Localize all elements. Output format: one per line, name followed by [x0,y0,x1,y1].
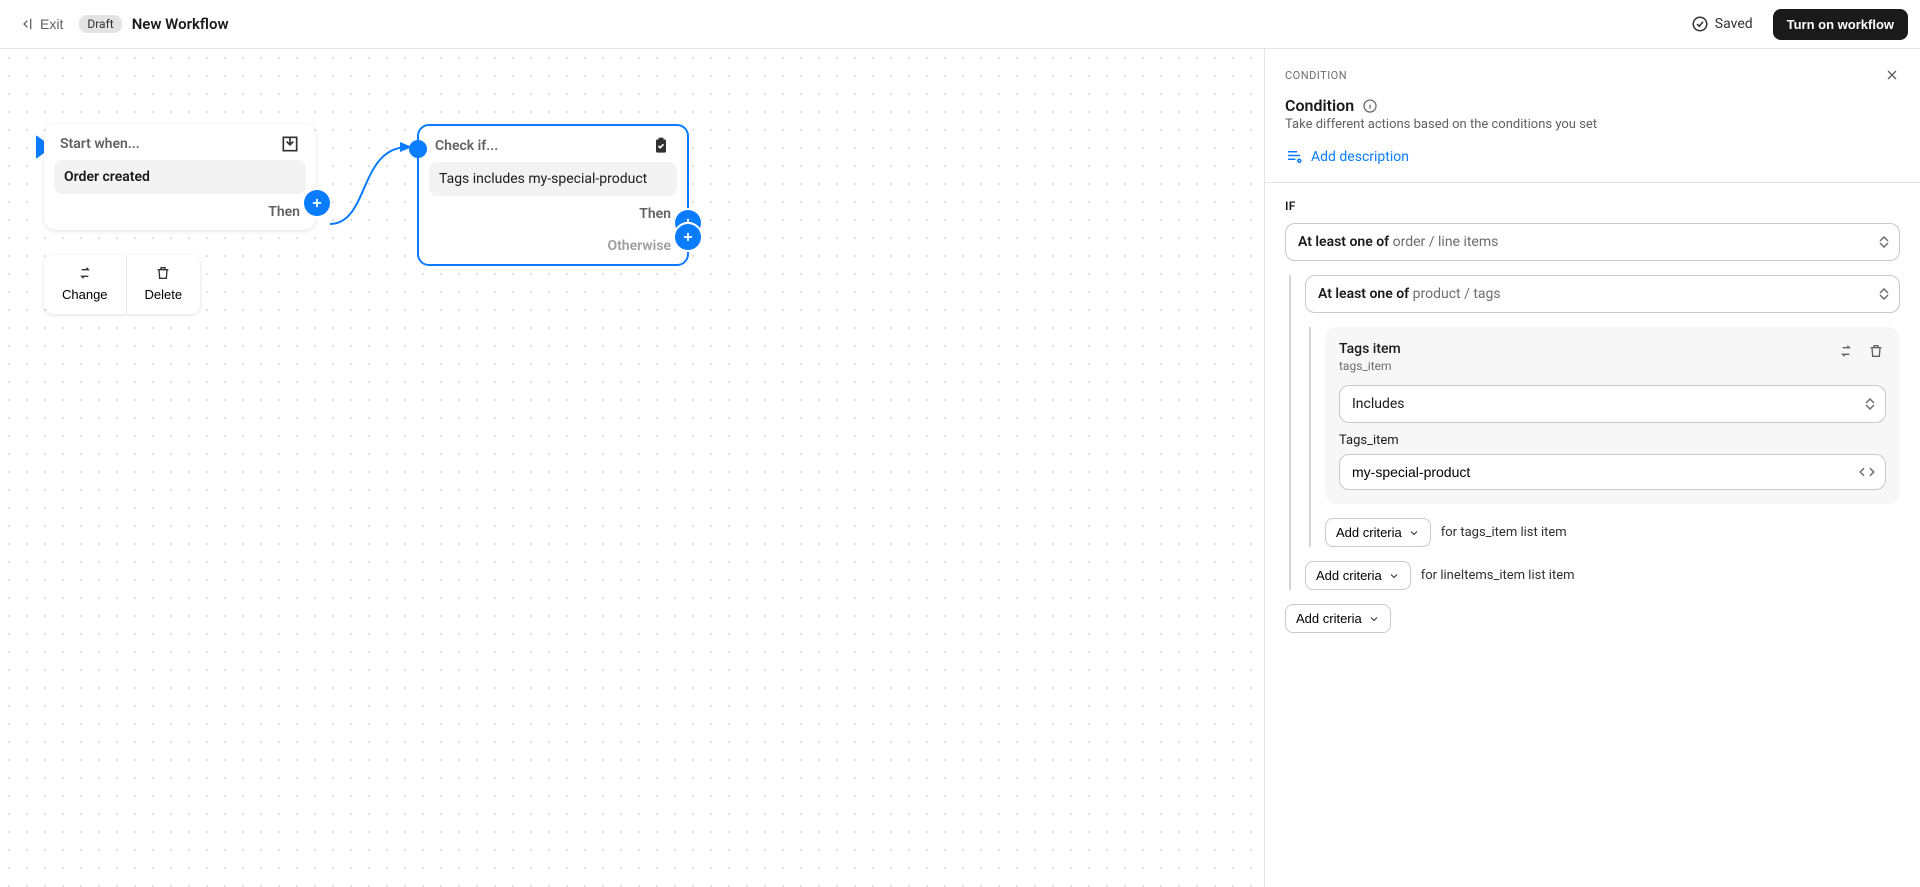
chevron-down-icon [1388,570,1400,582]
add-after-trigger[interactable] [304,190,330,216]
operator-value: Includes [1352,396,1405,412]
add-description-link[interactable]: Add description [1285,148,1900,166]
chevron-down-icon [1408,527,1420,539]
trigger-header: Start when... [60,136,140,152]
exit-icon [18,16,34,32]
close-icon [1884,67,1900,83]
add-criteria-label: Add criteria [1316,568,1382,583]
exit-label: Exit [40,16,63,32]
change-label: Change [62,287,108,302]
inner-scope-select[interactable]: At least one of product / tags [1305,275,1900,313]
select-sort-icon [1865,398,1875,410]
for-tags-label: for tags_item list item [1441,525,1567,540]
select-sort-icon [1879,236,1889,248]
condition-header: Check if... [435,138,498,154]
panel-title-text: Condition [1285,96,1354,115]
criteria-card: Tags item tags_item Includes [1325,327,1900,504]
condition-side-panel: CONDITION Condition Take different actio… [1265,49,1920,887]
add-criteria-tags-button[interactable]: Add criteria [1325,518,1431,547]
workflow-canvas[interactable]: Start when... Order created Then Change … [0,49,1265,887]
inner-select-value: product / tags [1413,286,1501,302]
condition-then-label: Then [429,196,677,222]
trigger-node[interactable]: Start when... Order created Then [44,124,316,230]
select-sort-icon [1879,288,1889,300]
outer-select-value: order / line items [1393,234,1499,250]
criteria-delete-button[interactable] [1866,341,1886,361]
node-input-port [409,140,427,158]
node-toolbox: Change Delete [44,255,200,314]
panel-kicker: CONDITION [1285,69,1900,82]
outer-scope-select[interactable]: At least one of order / line items [1285,223,1900,261]
criteria-swap-button[interactable] [1836,341,1856,361]
check-circle-icon [1691,15,1709,33]
exit-button[interactable]: Exit [12,12,69,36]
condition-summary: Tags includes my-special-product [429,162,677,196]
criteria-code: tags_item [1339,359,1401,373]
trigger-then-label: Then [54,194,306,220]
swap-icon [1838,343,1854,359]
swap-icon [77,265,93,281]
topbar: Exit Draft New Workflow Saved Turn on wo… [0,0,1920,49]
panel-title: Condition [1285,96,1900,115]
saved-indicator: Saved [1691,15,1753,33]
description-icon [1285,148,1303,166]
close-panel-button[interactable] [1880,63,1904,87]
add-criteria-lineitems-button[interactable]: Add criteria [1305,561,1411,590]
change-node-button[interactable]: Change [44,255,126,314]
for-lineitems-label: for lineItems_item list item [1421,568,1575,583]
chevron-down-icon [1368,613,1380,625]
condition-node[interactable]: Check if... Tags includes my-special-pro… [417,124,689,266]
outer-select-prefix: At least one of [1298,234,1393,250]
add-criteria-root-button[interactable]: Add criteria [1285,604,1391,633]
status-badge: Draft [79,15,121,33]
criteria-title: Tags item [1339,341,1401,357]
if-label: IF [1285,199,1900,213]
info-icon[interactable] [1362,98,1378,114]
add-otherwise-branch[interactable] [675,224,701,250]
add-criteria-label: Add criteria [1336,525,1402,540]
clipboard-check-icon [651,136,671,156]
add-description-label: Add description [1311,149,1409,165]
inner-select-prefix: At least one of [1318,286,1413,302]
add-criteria-label: Add criteria [1296,611,1362,626]
trigger-event: Order created [54,160,306,194]
condition-otherwise-label: Otherwise [429,222,677,254]
delete-label: Delete [145,287,183,302]
criteria-value-input[interactable] [1339,454,1886,490]
panel-subtitle: Take different actions based on the cond… [1285,117,1900,132]
trash-icon [155,265,171,281]
code-icon[interactable] [1858,463,1876,481]
workflow-title: New Workflow [132,15,229,33]
delete-node-button[interactable]: Delete [126,255,201,314]
value-label: Tags_item [1339,433,1886,448]
inbox-icon [280,134,300,154]
saved-label: Saved [1715,16,1753,32]
operator-select[interactable]: Includes [1339,385,1886,423]
turn-on-workflow-button[interactable]: Turn on workflow [1773,9,1908,40]
trash-icon [1868,343,1884,359]
edge-trigger-to-condition [314,139,424,239]
